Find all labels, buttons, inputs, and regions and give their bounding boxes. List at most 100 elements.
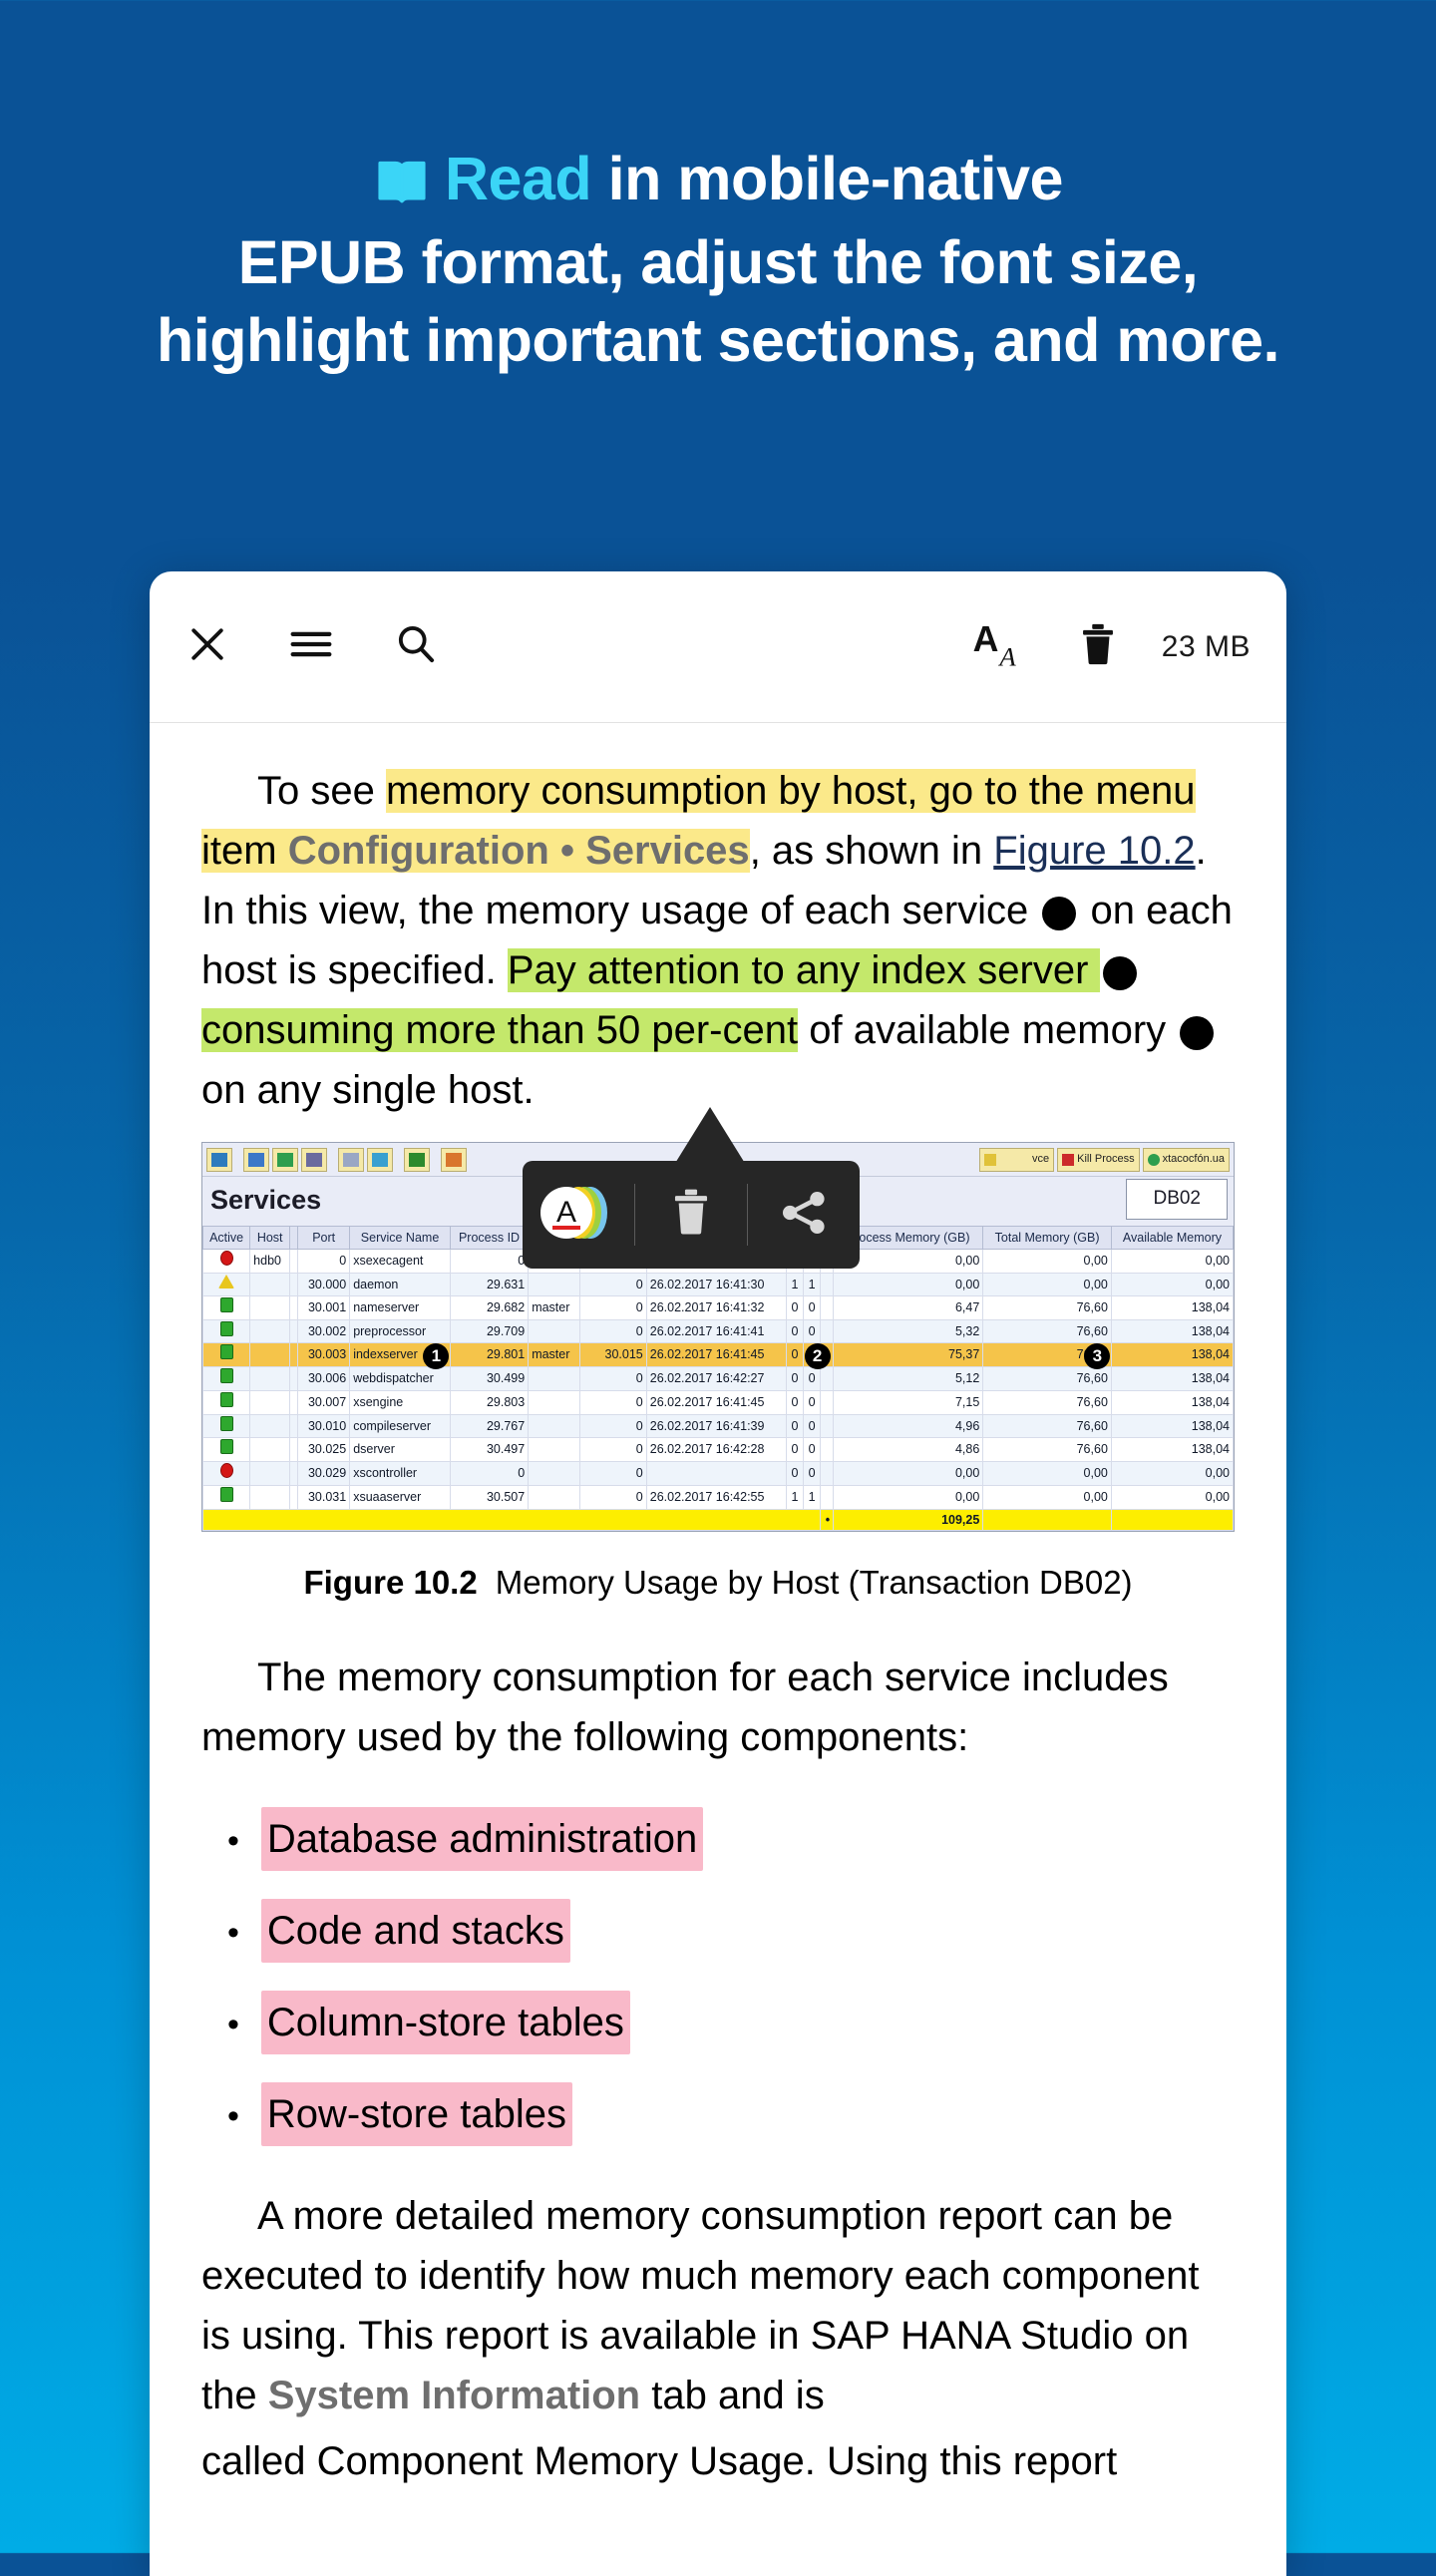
table-row[interactable]: 30.031 xsuaaserver 30.507 0 26.02.2017 16:42… xyxy=(201,1484,1235,1510)
list-item: • Column-store tables xyxy=(201,1990,1235,2054)
cell-available-memory: 138,04 xyxy=(1110,1389,1235,1415)
delete-highlight-button[interactable] xyxy=(635,1184,747,1246)
cell-process-memory: 4,86 xyxy=(833,1437,984,1462)
highlight-yellow-1[interactable]: memory consumption xyxy=(385,769,768,813)
figure-cross-reference-link[interactable]: Figure 10.2 xyxy=(993,829,1195,873)
table-row[interactable]: 30.025 dserver 30.497 0 26.02.2017 16:42:28 0… xyxy=(201,1437,1235,1462)
cell-sql-port: 30.015 xyxy=(579,1342,647,1367)
sap-export-icon[interactable] xyxy=(441,1147,467,1172)
table-row[interactable]: 30.010 compileserver 29.767 0 26.02.2017 16:… xyxy=(201,1413,1235,1439)
cell-sql-port: 0 xyxy=(579,1413,647,1439)
sap-toolbar-button-kill-process[interactable]: Kill Process xyxy=(1057,1147,1140,1172)
cell-sql-port: 0 xyxy=(579,1294,647,1320)
sap-filter-icon[interactable] xyxy=(272,1147,298,1172)
status-led-green xyxy=(219,1296,233,1312)
cell-detail xyxy=(528,1461,581,1486)
status-led-red xyxy=(219,1463,233,1478)
cell-active xyxy=(201,1389,251,1415)
sap-sort-icon[interactable] xyxy=(301,1147,327,1172)
list-item: • Database administration xyxy=(201,1806,1235,1871)
table-row[interactable]: 30.029 xscontroller 0 0 0 0 0,00 0,00 0,00 xyxy=(201,1461,1235,1486)
highlight-pink-1[interactable]: Database administration xyxy=(260,1806,704,1871)
highlight-green-2[interactable]: consuming more than 50 per-cent xyxy=(201,1008,799,1052)
cell-service-name: xsengine xyxy=(349,1389,451,1415)
sap-find-icon[interactable] xyxy=(367,1147,393,1172)
cell-start-time: 26.02.2017 16:42:27 xyxy=(645,1366,787,1391)
sap-print-icon[interactable] xyxy=(243,1147,269,1172)
p1-t3: , as shown in xyxy=(749,829,994,873)
p3-bold-system-information: System Information xyxy=(267,2373,641,2417)
status-led-red xyxy=(219,1251,233,1267)
bullet-dot-icon: • xyxy=(227,2096,239,2135)
cell-i xyxy=(820,1294,835,1320)
col-total-memory: Total Memory (GB) xyxy=(982,1225,1112,1251)
cell-p: 1 xyxy=(785,1273,805,1296)
cell-process-id: 30.497 xyxy=(449,1437,530,1462)
cell-process-id: 30.507 xyxy=(449,1484,530,1510)
table-row[interactable]: 30.003 indexserver 29.801 master 30.015 26.02… xyxy=(201,1342,1235,1367)
highlight-color-button[interactable]: A xyxy=(523,1184,634,1246)
cell-active xyxy=(201,1437,251,1462)
cell-active xyxy=(201,1461,251,1486)
table-row[interactable]: 30.000 daemon 29.631 0 26.02.2017 16:41:30 1 1… xyxy=(201,1273,1235,1296)
table-row[interactable]: 30.006 webdispatcher 30.499 0 26.02.2017 16:… xyxy=(201,1366,1235,1391)
cell-host xyxy=(249,1342,291,1367)
delete-book-button[interactable] xyxy=(1078,621,1118,672)
cell-sql-port: 0 xyxy=(579,1318,647,1344)
status-led-green xyxy=(219,1486,233,1502)
sap-sum-icon[interactable] xyxy=(404,1147,430,1172)
search-button[interactable] xyxy=(393,621,439,672)
table-row[interactable]: 30.001 nameserver 29.682 master 0 26.02.2017 … xyxy=(201,1294,1235,1320)
highlight-pink-4[interactable]: Row-store tables xyxy=(260,2081,573,2146)
cell-t: 0 xyxy=(803,1413,822,1439)
cell-port: 30.007 xyxy=(297,1389,351,1415)
cell-service-name: webdispatcher xyxy=(349,1366,451,1391)
cell-t: 0 xyxy=(803,1461,822,1486)
cell-host xyxy=(249,1318,291,1344)
cell-i xyxy=(820,1389,835,1415)
cell-active xyxy=(201,1273,251,1296)
highlight-green-1[interactable]: Pay attention to any index server xyxy=(507,948,1100,992)
cell-process-id: 0 xyxy=(449,1461,530,1486)
table-row[interactable]: 30.002 preprocessor 29.709 0 26.02.2017 16:4… xyxy=(201,1318,1235,1344)
highlight-pink-2[interactable]: Code and stacks xyxy=(260,1898,570,1963)
status-led-green xyxy=(219,1415,233,1431)
table-row[interactable]: 30.007 xsengine 29.803 0 26.02.2017 16:41:45… xyxy=(201,1389,1235,1415)
cell-host xyxy=(249,1484,291,1510)
table-of-contents-button[interactable] xyxy=(287,622,335,671)
trash-icon xyxy=(1078,621,1118,672)
cell-p: 0 xyxy=(785,1413,805,1439)
cell-detail xyxy=(528,1273,581,1296)
cell-p: 1 xyxy=(785,1484,805,1510)
highlight-pink-3[interactable]: Column-store tables xyxy=(260,1990,630,2054)
cell-host: hdb0 xyxy=(249,1249,291,1274)
share-button[interactable] xyxy=(748,1184,860,1246)
sap-toolbar-button-exception[interactable]: xtacocfón.ua xyxy=(1142,1147,1230,1172)
cell-available-memory: 138,04 xyxy=(1110,1413,1235,1439)
bullet-dot-icon: • xyxy=(227,1821,239,1860)
sap-refresh-icon[interactable] xyxy=(338,1147,364,1172)
font-size-button[interactable]: A A xyxy=(972,619,1034,674)
sap-back-icon[interactable] xyxy=(206,1147,232,1172)
cell-t: 0 xyxy=(803,1318,822,1344)
sap-table-body: hdb00xsexecagent00000,000,000,0030.000da… xyxy=(201,1249,1235,1532)
cell-sql-port: 0 xyxy=(579,1389,647,1415)
cell-start-time: 26.02.2017 16:41:41 xyxy=(645,1318,787,1344)
cell-p: 0 xyxy=(785,1437,805,1462)
cell-blank xyxy=(289,1437,299,1462)
promo-line-3: highlight important sections, and more. xyxy=(156,306,1280,375)
cell-detail xyxy=(528,1366,581,1391)
annotation-popup: A xyxy=(523,1161,860,1269)
cell-host xyxy=(249,1461,291,1486)
figure-callout-1: 1 xyxy=(423,1342,450,1369)
cell-host xyxy=(249,1294,291,1320)
cell-blank xyxy=(289,1366,299,1391)
cell-i xyxy=(820,1484,835,1510)
cell-i xyxy=(820,1318,835,1344)
cell-port: 30.001 xyxy=(297,1294,351,1320)
cell-process-id: 29.801 xyxy=(449,1342,530,1367)
promo-line-1: Read in mobile-native xyxy=(40,140,1396,223)
close-button[interactable] xyxy=(185,622,229,671)
font-size-icon: A A xyxy=(972,619,1034,674)
sap-toolbar-button-service[interactable]: Activevce xyxy=(979,1147,1055,1172)
